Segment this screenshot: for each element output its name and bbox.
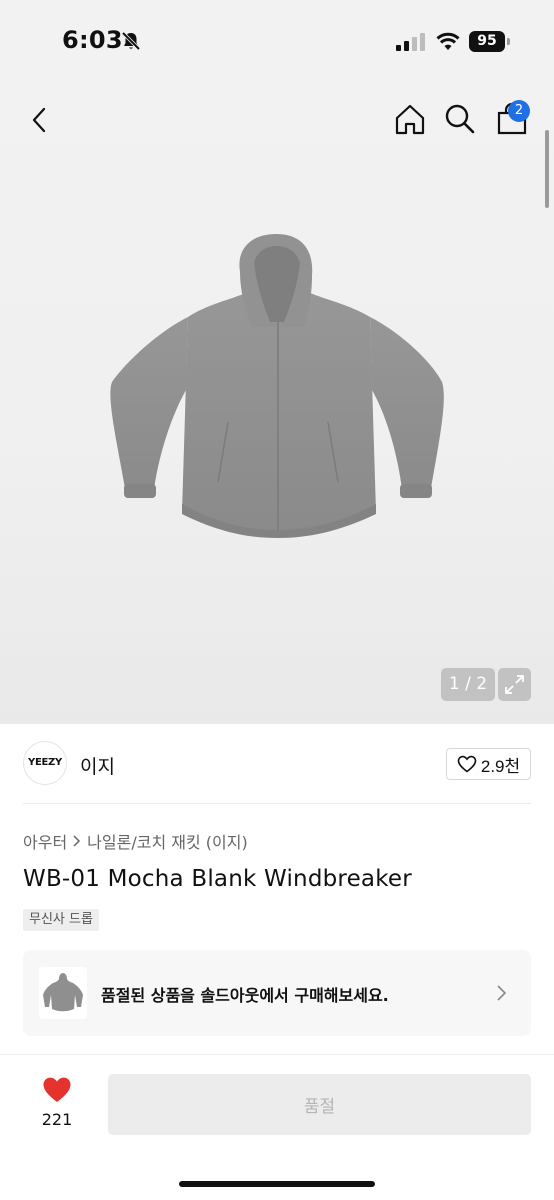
back-button[interactable] (22, 102, 58, 138)
soldout-banner[interactable]: 품절된 상품을 솔드아웃에서 구매해보세요. (23, 950, 531, 1036)
image-counter: 1 / 2 (441, 668, 495, 701)
search-icon (445, 104, 475, 134)
brand-logo[interactable]: YEEZY (23, 741, 67, 785)
chevron-right-icon (497, 985, 507, 1001)
heart-outline-icon (457, 755, 477, 773)
favorite-count: 221 (41, 1110, 73, 1129)
soldout-buy-button[interactable]: 품절 (108, 1074, 531, 1135)
scrollbar[interactable] (545, 130, 549, 208)
divider (23, 803, 531, 804)
breadcrumb-category[interactable]: 아우터 (23, 829, 67, 853)
product-image-windbreaker[interactable] (108, 232, 448, 542)
chevron-right-icon (73, 835, 81, 847)
product-title: WB-01 Mocha Blank Windbreaker (23, 866, 412, 892)
cart-count-badge: 2 (508, 100, 530, 122)
wifi-icon (436, 32, 460, 50)
brand-like-count: 2.9천 (480, 756, 521, 776)
battery-cap (507, 38, 510, 45)
search-button[interactable] (442, 101, 478, 137)
home-icon (395, 104, 425, 135)
favorite-button[interactable]: 221 (34, 1074, 80, 1134)
battery-indicator: 95 (469, 31, 513, 52)
bell-muted-icon (121, 31, 141, 51)
home-button[interactable] (392, 102, 428, 138)
battery-level: 95 (469, 31, 505, 52)
status-time: 6:03 (62, 26, 123, 54)
brand-name[interactable]: 이지 (80, 752, 115, 779)
status-bar: 6:03 95 (0, 0, 554, 80)
breadcrumb-subcategory[interactable]: 나일론/코치 재킷 (이지) (87, 829, 248, 853)
soldout-banner-text: 품절된 상품을 솔드아웃에서 구매해보세요. (101, 986, 389, 1005)
cellular-signal-icon (396, 33, 425, 51)
drop-tag: 무신사 드롭 (23, 909, 99, 931)
expand-icon (505, 675, 524, 694)
brand-like-button[interactable]: 2.9천 (446, 748, 531, 780)
section-divider (0, 1054, 554, 1055)
chevron-left-icon (32, 107, 46, 133)
breadcrumb: 아우터 나일론/코치 재킷 (이지) (23, 829, 248, 853)
fullscreen-button[interactable] (498, 668, 531, 701)
soldout-thumbnail (39, 967, 87, 1019)
heart-filled-icon (43, 1077, 71, 1102)
home-indicator (179, 1181, 375, 1187)
jacket-thumbnail-image (43, 973, 83, 1012)
